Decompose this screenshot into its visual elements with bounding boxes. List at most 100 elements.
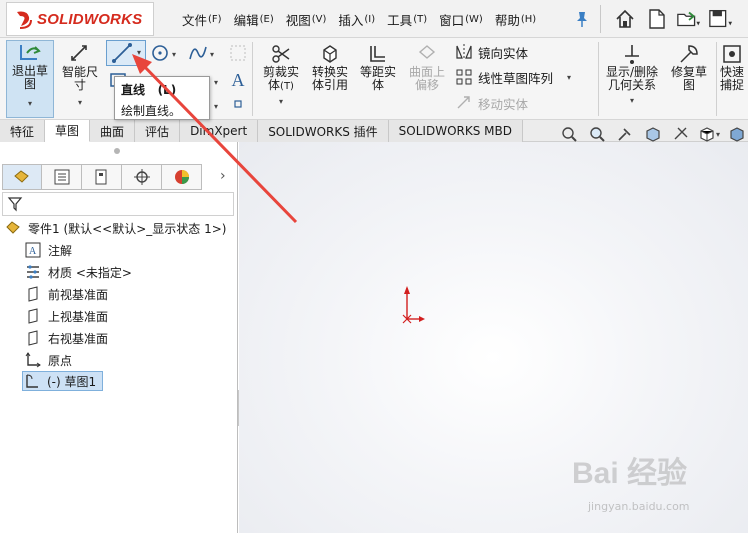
ribbon-separator-1 (252, 42, 253, 116)
tab-dimxpert[interactable]: DimXpert (180, 120, 259, 142)
convert-entities-button[interactable]: 转换实体引用 (306, 42, 354, 92)
menu-file[interactable]: 文件 (F) (176, 0, 228, 38)
tree-item-annotations[interactable]: A 注解 (24, 240, 72, 260)
menu-edit[interactable]: 编辑 (E) (228, 0, 280, 38)
mirror-entities-button[interactable]: 镜向实体 (454, 42, 528, 62)
tree-filter[interactable] (2, 192, 234, 216)
sketch-icon (23, 372, 41, 390)
smart-dimension-button[interactable]: 智能尺寸 ▾ (58, 42, 102, 109)
menu-insert[interactable]: 插入 (I) (332, 0, 381, 38)
trim-entities-icon (272, 45, 290, 63)
arc-tool-caret[interactable]: ▾ (214, 78, 218, 87)
menu-view[interactable]: 视图 (V) (280, 0, 333, 38)
line-tool-button[interactable]: ▾ (106, 40, 146, 66)
view-orientation-icon[interactable]: ▾ (698, 124, 720, 144)
convert-entities-icon (323, 45, 337, 63)
plane-tool-icon (228, 43, 248, 63)
new-document-icon[interactable] (644, 6, 670, 32)
sketch-text-icon[interactable]: A (228, 70, 248, 90)
ds-logo-icon (17, 11, 32, 29)
spline-tool-caret[interactable]: ▾ (210, 50, 214, 59)
panel-tabs (2, 164, 202, 190)
save-icon[interactable]: ▾ (708, 6, 734, 32)
tree-item-front-plane[interactable]: 前视基准面 (24, 284, 108, 304)
exit-sketch-icon (20, 45, 41, 60)
offset-entities-button[interactable]: 等距实体 (356, 42, 400, 92)
linear-pattern-button[interactable]: 线性草图阵列 ▾ (454, 67, 571, 87)
spline-tool-icon[interactable] (188, 43, 208, 63)
dimxpert-manager-tab-icon[interactable] (122, 164, 162, 190)
offset-on-surface-icon (418, 45, 436, 59)
display-delete-relations-button[interactable]: 显示/删除几何关系 ▾ (602, 42, 662, 107)
tree-root-part[interactable]: 零件1 (默认<<默认>_显示状态 1>) (4, 218, 226, 238)
toolbar-separator (600, 5, 601, 33)
repair-sketch-label: 修复草图 (670, 65, 707, 92)
tree-item-origin[interactable]: 原点 (24, 350, 72, 370)
solidworks-logo[interactable]: SOLIDWORKS (6, 2, 154, 36)
linear-pattern-caret[interactable]: ▾ (567, 73, 571, 82)
baidu-watermark-url: jingyan.baidu.com (588, 500, 690, 513)
tree-item-sketch1[interactable]: (-) 草图1 (22, 371, 104, 391)
convert-entities-label: 转换实体引用 (311, 65, 348, 92)
section-view-icon[interactable] (642, 124, 664, 144)
circle-tool-caret[interactable]: ▾ (172, 50, 176, 59)
move-entities-icon (454, 93, 474, 113)
tree-item-top-plane[interactable]: 上视基准面 (24, 306, 108, 326)
annotation-icon: A (24, 241, 42, 259)
tree-item-label: 前视基准面 (48, 287, 109, 302)
smart-dimension-caret: ▾ (77, 98, 82, 107)
move-entities-button: 移动实体 (454, 93, 528, 113)
relations-icon (625, 45, 639, 64)
property-manager-tab-icon[interactable] (42, 164, 82, 190)
smart-dimension-label: 智能尺寸 (61, 65, 98, 92)
home-icon[interactable] (612, 6, 638, 32)
ribbon-separator-3 (716, 42, 717, 116)
zoom-to-area-icon[interactable] (586, 124, 608, 144)
point-tool-icon[interactable] (228, 94, 248, 114)
display-delete-relations-label: 显示/删除几何关系 (605, 65, 659, 92)
tree-item-right-plane[interactable]: 右视基准面 (24, 328, 108, 348)
menu-tools[interactable]: 工具 (T) (381, 0, 433, 38)
mirror-icon (454, 42, 474, 62)
svg-text:▾: ▾ (728, 19, 732, 28)
line-tool-caret[interactable]: ▾ (137, 48, 141, 57)
circle-tool-icon[interactable] (150, 43, 170, 63)
tab-surfaces[interactable]: 曲面 (90, 120, 136, 142)
repair-sketch-button[interactable]: 修复草图 (666, 42, 712, 92)
tab-solidworks-mbd[interactable]: SOLIDWORKS MBD (388, 120, 523, 142)
open-folder-icon[interactable]: ▾ (676, 6, 702, 32)
tree-item-material[interactable]: 材质 <未指定> (24, 262, 132, 282)
tab-sketch[interactable]: 草图 (45, 120, 91, 142)
tree-item-label: 原点 (48, 353, 73, 368)
baidu-watermark: Bai 经验 (572, 457, 688, 490)
panel-grip-handle[interactable] (114, 148, 120, 154)
configuration-manager-tab-icon[interactable] (82, 164, 122, 190)
trim-entities-button[interactable]: 剪裁实体(T) ▾ (258, 42, 304, 108)
dynamic-annotation-icon[interactable] (670, 124, 692, 144)
tab-solidworks-addins[interactable]: SOLIDWORKS 插件 (258, 120, 389, 142)
menu-window[interactable]: 窗口 (W) (433, 0, 489, 38)
menu-help[interactable]: 帮助 (H) (489, 0, 542, 38)
svg-text:▾: ▾ (696, 19, 700, 28)
trim-entities-label: 剪裁实体(T) (262, 65, 299, 93)
exit-sketch-button[interactable]: 退出草图 ▾ (6, 40, 54, 118)
smart-dimension-icon (71, 45, 87, 61)
tree-item-label: 上视基准面 (48, 309, 109, 324)
display-manager-tab-icon[interactable] (162, 164, 202, 190)
zoom-to-fit-icon[interactable] (558, 124, 580, 144)
quick-snaps-label: 快速捕捉 (720, 65, 745, 92)
offset-entities-icon (370, 46, 385, 62)
pin-icon[interactable] (572, 9, 592, 29)
quick-snaps-button[interactable]: 快速捕捉 (720, 42, 748, 92)
display-style-icon[interactable] (726, 124, 748, 144)
panel-tabs-more-icon[interactable]: › (220, 168, 226, 184)
tab-evaluate[interactable]: 评估 (135, 120, 181, 142)
filter-icon[interactable] (7, 196, 23, 212)
polygon-tool-caret[interactable]: ▾ (214, 102, 218, 111)
offset-on-surface-label: 曲面上偏移 (408, 65, 445, 92)
main-menu: 文件 (F) 编辑 (E) 视图 (V) 插入 (I) 工具 (T) 窗口 (W) 帮助 (H… (176, 0, 542, 38)
previous-view-icon[interactable] (614, 124, 636, 144)
feature-manager-tab-icon[interactable] (2, 164, 42, 190)
tab-features[interactable]: 特征 (0, 120, 46, 142)
tree-item-label: 材质 <未指定> (48, 265, 132, 280)
